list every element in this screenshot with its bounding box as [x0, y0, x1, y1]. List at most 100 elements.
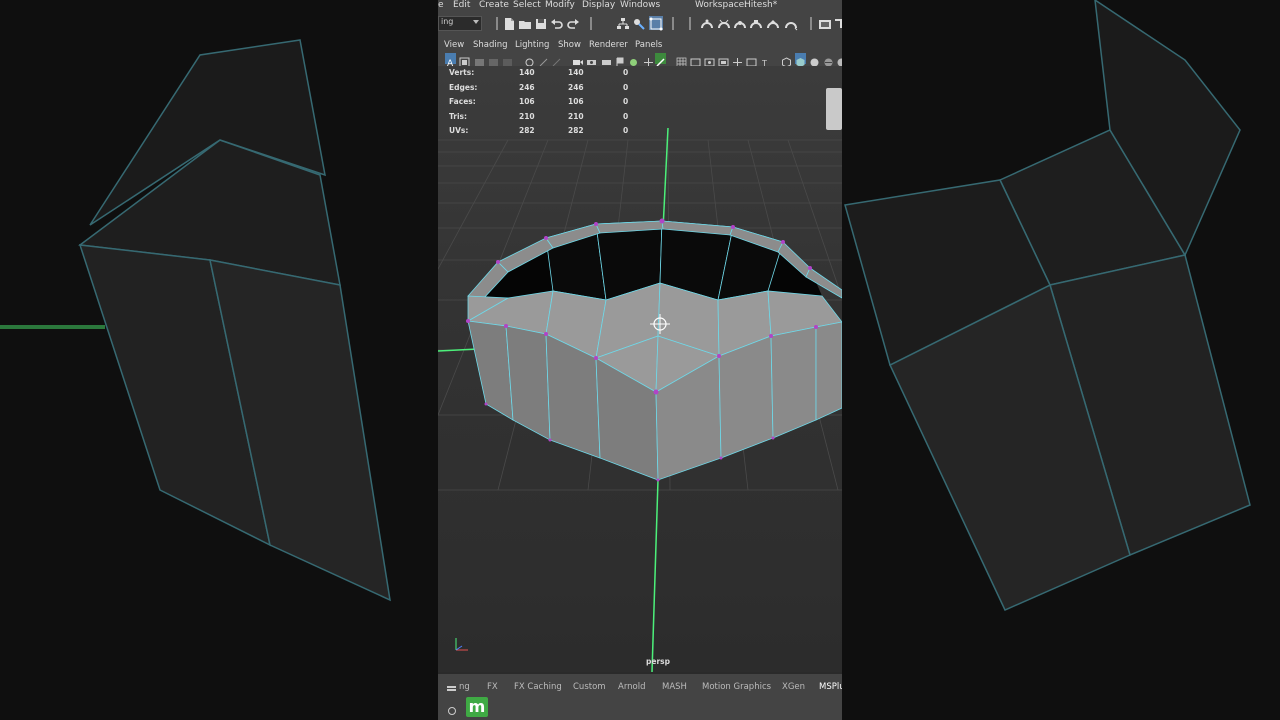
menu-item-create[interactable]: Create: [479, 0, 509, 10]
hud-label-tris: Tris:: [449, 112, 468, 121]
snap-point-icon[interactable]: [733, 16, 747, 30]
wireframe-shading-icon[interactable]: [781, 53, 792, 68]
snap-magnet-icon[interactable]: [643, 53, 654, 67]
bookmark-icon[interactable]: [474, 53, 485, 66]
menu-item-display[interactable]: Display: [582, 0, 615, 10]
menu-item-file-partial[interactable]: e: [438, 0, 444, 10]
panel-menu-panels[interactable]: Panels: [635, 40, 662, 50]
film-gate-icon[interactable]: [488, 53, 499, 66]
resolution-toggle-icon[interactable]: [704, 53, 715, 67]
select-by-hierarchy-icon[interactable]: [616, 16, 630, 30]
resolution-gate-icon[interactable]: [502, 53, 513, 66]
field-chart-icon[interactable]: [538, 53, 549, 67]
hud-value: 0: [623, 97, 629, 106]
hud-value: 0: [623, 68, 629, 77]
x-axis-line: [438, 348, 479, 352]
shelf-tab-motion-graphics[interactable]: Motion Graphics: [702, 682, 771, 692]
toolbar-separator: [496, 17, 498, 30]
menu-item-select[interactable]: Select: [513, 0, 541, 10]
view-cube[interactable]: [826, 88, 842, 130]
hud-value: 106: [519, 97, 535, 106]
playblast-icon[interactable]: [586, 53, 597, 65]
shelf-settings-gear-icon[interactable]: [448, 707, 456, 715]
undo-icon[interactable]: [550, 16, 564, 30]
safe-action-icon[interactable]: [551, 53, 562, 67]
panel-menu-shading[interactable]: Shading: [473, 40, 508, 50]
hud-label-edges: Edges:: [449, 83, 478, 92]
menu-item-edit[interactable]: Edit: [453, 0, 470, 10]
shelf-tab-fx[interactable]: FX: [487, 682, 498, 692]
axis-gizmo-icon: [455, 638, 468, 651]
hud-value: 282: [519, 126, 535, 135]
menu-item-modify[interactable]: Modify: [545, 0, 575, 10]
hud-label-verts: Verts:: [449, 68, 475, 77]
shelf-tab-fx-caching[interactable]: FX Caching: [514, 682, 562, 692]
textured-icon[interactable]: [823, 53, 834, 67]
camera-attributes-icon[interactable]: A: [445, 53, 456, 69]
shelf-tab-custom[interactable]: Custom: [573, 682, 606, 692]
hud-value: 210: [568, 112, 584, 121]
snap-curve-icon[interactable]: [717, 16, 731, 30]
shelf-tab-mash[interactable]: MASH: [662, 682, 687, 692]
maya-window: e Edit Create Select Modify Display Wind…: [438, 0, 842, 720]
shelf-tab-rendering[interactable]: ng: [459, 682, 470, 692]
camera-tools-icon[interactable]: [601, 53, 612, 65]
snap-surface-icon[interactable]: [766, 16, 780, 30]
bookmark-flag-icon[interactable]: [614, 53, 625, 67]
megascans-bridge-button[interactable]: m: [466, 697, 488, 717]
open-scene-icon[interactable]: [518, 16, 532, 30]
default-material-icon[interactable]: [809, 53, 820, 67]
select-by-object-icon[interactable]: [632, 16, 646, 30]
y-axis-line-bottom: [651, 479, 659, 672]
new-scene-icon[interactable]: [502, 16, 516, 30]
panel-menu-renderer[interactable]: Renderer: [589, 40, 628, 50]
shelf-tab-arnold[interactable]: Arnold: [618, 682, 646, 692]
xray-active-icon[interactable]: [655, 53, 666, 67]
hud-label-uvs: UVs:: [449, 126, 469, 135]
gate-mask-icon[interactable]: [718, 53, 729, 67]
film-gate-toggle-icon[interactable]: [690, 53, 701, 67]
isolate-select-icon[interactable]: [628, 53, 639, 66]
safe-action-toggle-icon[interactable]: [746, 53, 757, 67]
lighting-icon[interactable]: [836, 53, 842, 67]
smooth-shading-icon[interactable]: [795, 53, 806, 67]
menu-set-dropdown[interactable]: ing: [438, 16, 482, 31]
toolbar-separator: [590, 17, 592, 30]
select-by-component-icon[interactable]: [649, 16, 663, 31]
workspace-label: Workspace:: [695, 0, 748, 10]
panel-menu-view[interactable]: View: [444, 40, 464, 50]
workspace-selector[interactable]: Hitesh*: [744, 0, 777, 10]
panel-toolbar: A T: [438, 51, 842, 69]
snap-grid-icon[interactable]: [700, 16, 714, 30]
shelf: ng FX FX Caching Custom Arnold MASH Moti…: [438, 672, 842, 720]
main-menubar: e Edit Create Select Modify Display Wind…: [438, 0, 842, 12]
shelf-menu-icon[interactable]: [447, 686, 456, 688]
hud-label-faces: Faces:: [449, 97, 476, 106]
shelf-tab-msplugin[interactable]: MSPlu: [819, 682, 842, 692]
shelf-tab-xgen[interactable]: XGen: [782, 682, 805, 692]
hud-value: 246: [568, 83, 584, 92]
grease-pencil-icon[interactable]: [524, 53, 535, 67]
snap-view-plane-icon[interactable]: [749, 16, 763, 30]
ring-mesh[interactable]: [466, 218, 842, 482]
camera-name-label: persp: [646, 657, 670, 666]
perspective-viewport[interactable]: Verts: 140 140 0 Edges: 246 246 0 Faces:…: [438, 66, 842, 672]
camera-icon[interactable]: [572, 53, 583, 65]
save-scene-icon[interactable]: [534, 16, 548, 30]
snap-options-icon[interactable]: [784, 16, 798, 31]
viewport-scene[interactable]: [438, 66, 842, 672]
field-chart-toggle-icon[interactable]: [732, 53, 743, 67]
render-frame-icon[interactable]: [834, 16, 842, 30]
toolbar-separator: [810, 17, 812, 30]
menu-set-value: ing: [441, 17, 454, 26]
render-settings-icon[interactable]: [818, 16, 832, 30]
grid-icon[interactable]: [676, 53, 687, 68]
menu-item-windows[interactable]: Windows: [620, 0, 660, 10]
redo-icon[interactable]: [566, 16, 580, 30]
hud-value: 0: [623, 83, 629, 92]
image-plane-icon[interactable]: [459, 53, 470, 68]
panel-menubar: View Shading Lighting Show Renderer Pane…: [438, 38, 842, 51]
safe-title-icon[interactable]: T: [760, 53, 771, 68]
panel-menu-show[interactable]: Show: [558, 40, 581, 50]
panel-menu-lighting[interactable]: Lighting: [515, 40, 549, 50]
